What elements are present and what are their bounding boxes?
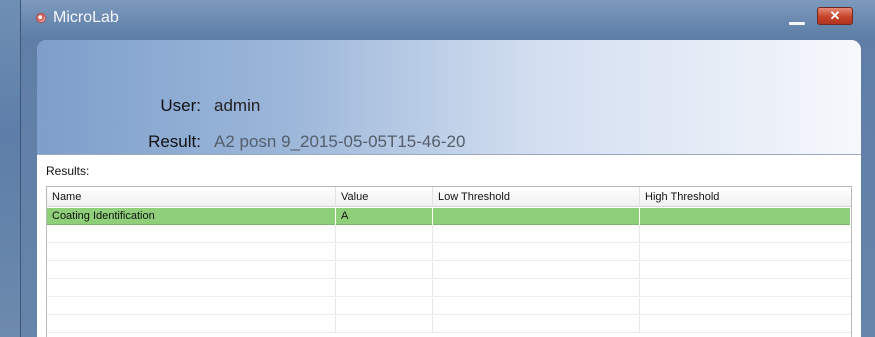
user-label: User: [160, 96, 201, 115]
cell-high-threshold [640, 226, 851, 243]
cell-low-threshold [433, 244, 640, 261]
cell-high-threshold [640, 316, 851, 333]
cell-value [336, 244, 433, 261]
cell-low-threshold [433, 226, 640, 243]
cell-value [336, 316, 433, 333]
title-bar[interactable]: MicroLab ✕ [21, 0, 875, 36]
results-table[interactable]: Name Value Low Threshold High Threshold … [46, 186, 852, 337]
table-row[interactable] [47, 280, 851, 297]
cell-value [336, 280, 433, 297]
cell-low-threshold [433, 208, 640, 225]
cell-high-threshold [640, 280, 851, 297]
result-value: A2 posn 9_2015-05-05T15-46-20 [214, 132, 466, 151]
column-header-value[interactable]: Value [336, 187, 433, 207]
result-label: Result: [148, 132, 201, 151]
info-header: User: admin Result: A2 posn 9_2015-05-05… [37, 40, 861, 155]
cell-name [47, 280, 336, 297]
table-header: Name Value Low Threshold High Threshold [47, 187, 851, 207]
cell-low-threshold [433, 298, 640, 315]
cell-name [47, 244, 336, 261]
column-header-name[interactable]: Name [47, 187, 336, 207]
column-header-low-threshold[interactable]: Low Threshold [433, 187, 640, 207]
app-window: MicroLab ✕ User: admin Result: A2 posn 9… [20, 0, 875, 337]
cell-high-threshold [640, 208, 851, 225]
client-area: User: admin Result: A2 posn 9_2015-05-05… [37, 40, 861, 337]
table-row[interactable]: Coating Identification A [47, 208, 851, 225]
table-row[interactable] [47, 316, 851, 333]
cell-name: Coating Identification [47, 208, 336, 225]
cell-name [47, 298, 336, 315]
cell-value [336, 226, 433, 243]
cell-low-threshold [433, 280, 640, 297]
minimize-button[interactable] [786, 8, 808, 28]
cell-low-threshold [433, 316, 640, 333]
app-icon [36, 13, 46, 23]
cell-low-threshold [433, 262, 640, 279]
cell-value: A [336, 208, 433, 225]
close-button[interactable]: ✕ [817, 7, 853, 25]
user-value: admin [214, 96, 261, 115]
column-header-high-threshold[interactable]: High Threshold [640, 187, 851, 207]
cell-high-threshold [640, 244, 851, 261]
table-row[interactable] [47, 262, 851, 279]
table-row[interactable] [47, 298, 851, 315]
cell-high-threshold [640, 262, 851, 279]
cell-high-threshold [640, 298, 851, 315]
cell-name [47, 262, 336, 279]
window-title: MicroLab [53, 9, 119, 26]
cell-name [47, 316, 336, 333]
cell-name [47, 226, 336, 243]
cell-value [336, 298, 433, 315]
results-label: Results: [46, 164, 90, 178]
table-row[interactable] [47, 226, 851, 243]
table-row[interactable] [47, 244, 851, 261]
cell-value [336, 262, 433, 279]
